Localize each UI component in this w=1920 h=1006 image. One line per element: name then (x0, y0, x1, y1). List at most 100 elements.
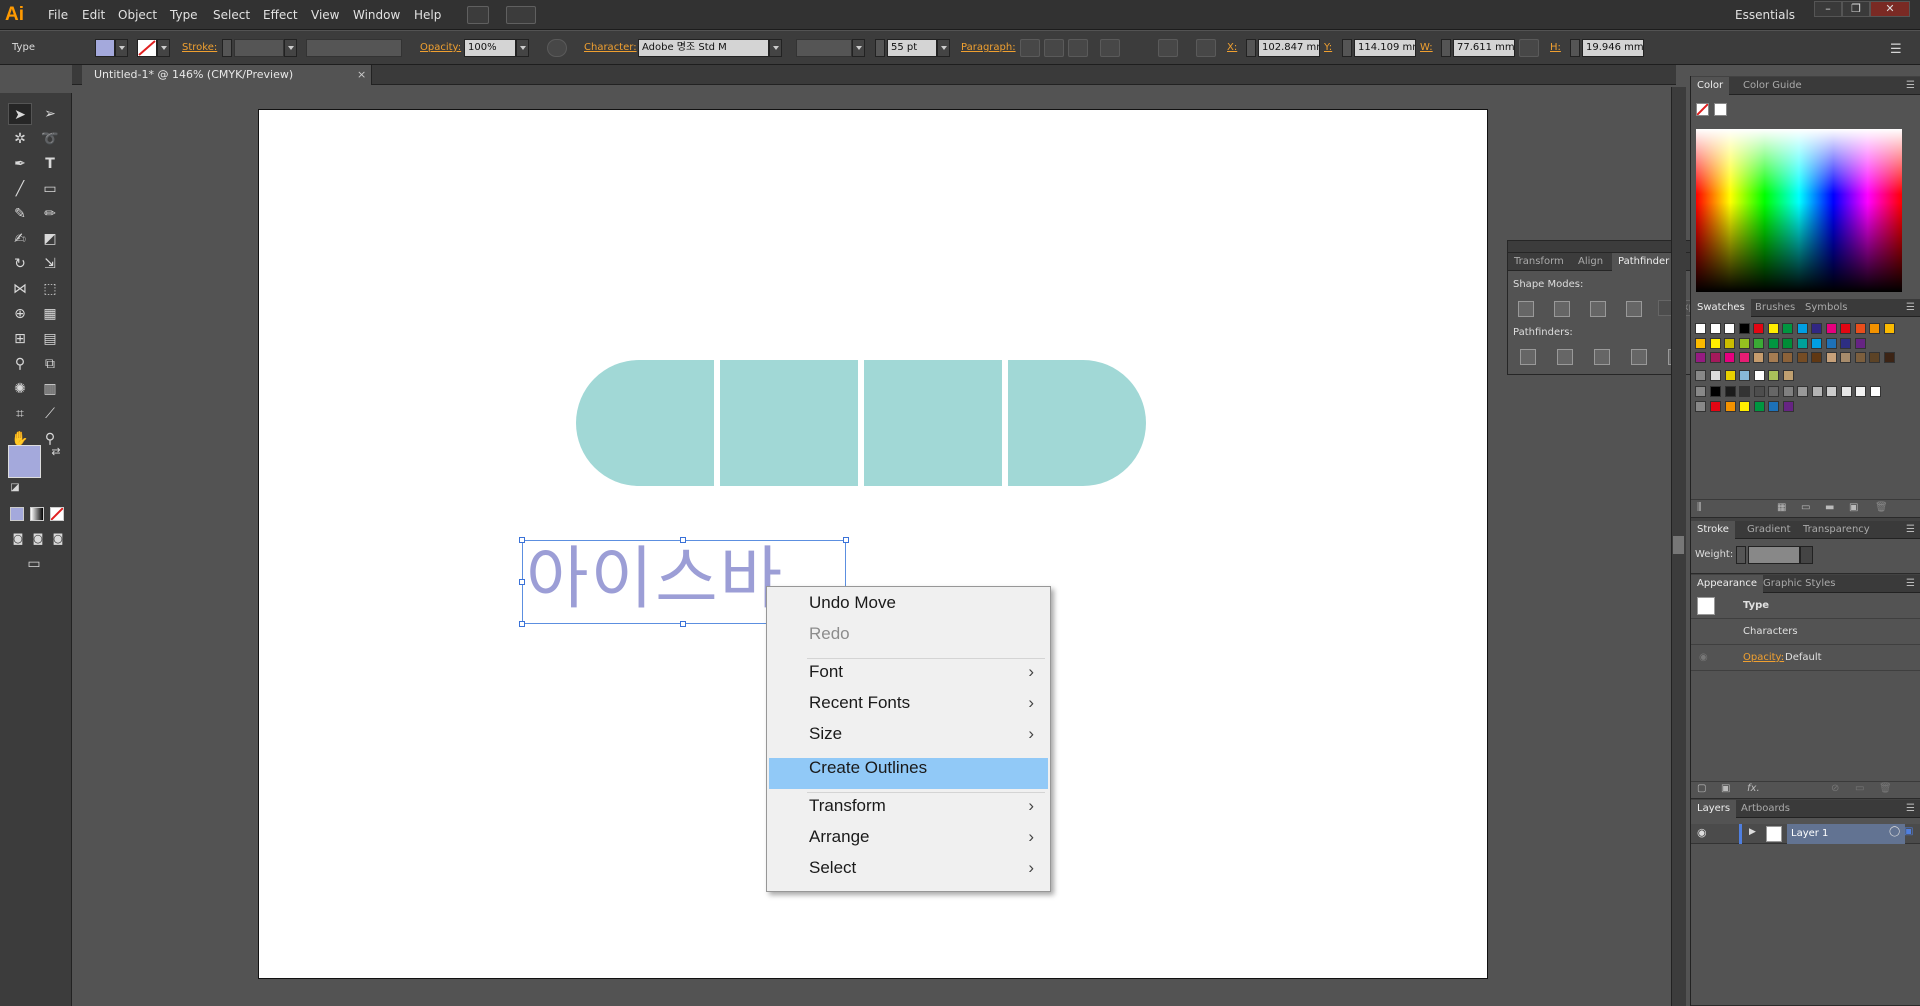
fill-dropdown[interactable] (115, 39, 128, 57)
gradient-tool-icon[interactable]: ▤ (38, 328, 62, 350)
swatch-group-folder-icon[interactable] (1695, 370, 1706, 381)
w-stepper[interactable] (1441, 39, 1451, 57)
color-swatch[interactable] (1739, 385, 1750, 397)
layer-visibility-eye-icon[interactable]: ◉ (1697, 826, 1707, 839)
h-field[interactable]: 19.946 mm (1582, 39, 1644, 57)
character-label[interactable]: Character: (584, 42, 637, 53)
color-swatch[interactable] (1753, 352, 1764, 363)
fill-swatch[interactable] (95, 39, 115, 57)
paintbrush-tool-icon[interactable]: ✎ (8, 203, 32, 225)
intersect-icon[interactable] (1590, 301, 1606, 317)
eyedropper-tool-icon[interactable]: ⚲ (8, 353, 32, 375)
swatch-options-icon[interactable]: ▭ (1801, 502, 1810, 513)
menu-item-create-outlines[interactable]: Create Outlines (769, 758, 1048, 789)
variable-width-profile[interactable] (306, 39, 402, 57)
selection-tool-icon[interactable]: ➤ (8, 103, 32, 125)
screen-mode-icon[interactable]: ▭ (22, 553, 46, 575)
scrollbar-thumb[interactable] (1673, 536, 1684, 554)
color-swatch[interactable] (1695, 323, 1706, 334)
perspective-grid-tool-icon[interactable]: ▦ (38, 303, 62, 325)
layer-expand-triangle-icon[interactable]: ▶ (1749, 827, 1756, 837)
slice-tool-icon[interactable]: ⟋ (38, 403, 62, 425)
stroke-weight-field[interactable] (234, 39, 284, 57)
shape-segment-middle-1[interactable] (720, 360, 858, 486)
new-swatch-icon[interactable]: ▣ (1849, 502, 1858, 513)
type-tool-icon[interactable]: T (38, 153, 62, 175)
color-swatch[interactable] (1695, 337, 1706, 349)
stroke-weight-stepper[interactable] (222, 39, 232, 57)
eraser-tool-icon[interactable]: ◩ (38, 228, 62, 250)
color-swatch[interactable] (1724, 401, 1736, 412)
gradient-mode-icon[interactable] (30, 507, 44, 521)
bounding-handle-bottom-left[interactable] (519, 621, 525, 627)
color-swatch[interactable] (1811, 323, 1822, 334)
color-swatch[interactable] (1738, 337, 1750, 349)
opacity-field[interactable]: 100% (464, 39, 516, 57)
color-swatch[interactable] (1869, 352, 1880, 363)
swatch-group-folder-icon[interactable] (1695, 401, 1706, 412)
arrange-documents-button[interactable] (506, 6, 536, 24)
swatch-kind-icon[interactable]: ▦ (1777, 502, 1786, 513)
font-style-field[interactable] (796, 39, 852, 57)
divide-icon[interactable] (1520, 349, 1536, 365)
add-new-stroke-icon[interactable]: ▢ (1697, 783, 1706, 794)
blob-brush-tool-icon[interactable]: ✍ (8, 228, 32, 250)
visibility-eye-icon[interactable]: ◉ (1699, 645, 1708, 671)
color-swatch[interactable] (1724, 352, 1735, 363)
tab-appearance[interactable]: Appearance (1691, 575, 1764, 593)
shape-builder-tool-icon[interactable]: ⊕ (8, 303, 32, 325)
tab-layers[interactable]: Layers (1691, 800, 1737, 818)
color-swatch[interactable] (1724, 323, 1735, 334)
swap-fill-stroke-icon[interactable]: ⇄ (44, 441, 68, 463)
tab-brushes[interactable]: Brushes (1749, 299, 1801, 317)
color-swatch[interactable] (1883, 323, 1895, 334)
shape-segment-left[interactable] (576, 360, 714, 486)
stroke-weight-dropdown[interactable] (284, 39, 297, 57)
menu-view[interactable]: View (311, 8, 339, 22)
color-swatch[interactable] (1883, 352, 1895, 363)
tab-align[interactable]: Align (1572, 253, 1609, 271)
font-family-dropdown[interactable] (769, 39, 782, 57)
pen-tool-icon[interactable]: ✒ (8, 153, 32, 175)
font-size-dropdown[interactable] (937, 39, 950, 57)
free-transform-tool-icon[interactable]: ⬚ (38, 278, 62, 300)
color-swatch[interactable] (1811, 352, 1822, 363)
y-stepper[interactable] (1342, 39, 1352, 57)
panel-menu-icon[interactable]: ☰ (1906, 578, 1915, 589)
close-window-button[interactable]: ✕ (1870, 1, 1910, 17)
menu-item-arrange[interactable]: Arrange › (769, 827, 1048, 858)
swatch-group-folder-icon[interactable] (1695, 385, 1706, 397)
color-swatch[interactable] (1840, 385, 1852, 397)
column-graph-tool-icon[interactable]: ▥ (38, 378, 62, 400)
color-swatch[interactable] (1753, 370, 1765, 381)
color-swatch[interactable] (1739, 401, 1750, 412)
color-swatch[interactable] (1826, 385, 1837, 397)
color-swatch[interactable] (1854, 323, 1866, 334)
duplicate-item-icon[interactable]: ▭ (1855, 783, 1864, 794)
stroke-weight-dropdown[interactable] (1800, 546, 1813, 564)
menu-select[interactable]: Select (213, 8, 250, 22)
color-swatch[interactable] (1753, 323, 1764, 334)
unite-icon[interactable] (1518, 301, 1534, 317)
tab-pathfinder[interactable]: Pathfinder (1612, 253, 1676, 271)
color-swatch[interactable] (1811, 337, 1822, 349)
tab-gradient[interactable]: Gradient (1741, 521, 1797, 539)
menu-item-font[interactable]: Font › (769, 662, 1048, 693)
rectangle-tool-icon[interactable]: ▭ (38, 178, 62, 200)
tab-color-guide[interactable]: Color Guide (1737, 77, 1808, 95)
color-spectrum[interactable] (1696, 129, 1902, 292)
color-swatch[interactable] (1869, 385, 1881, 397)
font-style-dropdown[interactable] (852, 39, 865, 57)
tab-symbols[interactable]: Symbols (1799, 299, 1853, 317)
x-field[interactable]: 102.847 mm (1258, 39, 1320, 57)
h-stepper[interactable] (1570, 39, 1580, 57)
menu-item-transform[interactable]: Transform › (769, 796, 1048, 827)
restore-button[interactable]: ❐ (1842, 1, 1870, 17)
add-new-effect-icon[interactable]: fx. (1747, 783, 1760, 794)
bounding-handle-top[interactable] (680, 537, 686, 543)
line-tool-icon[interactable]: ╱ (8, 178, 32, 200)
crop-icon[interactable] (1631, 349, 1647, 365)
stroke-swatch[interactable] (137, 39, 157, 57)
color-swatch[interactable] (1768, 385, 1779, 397)
color-swatch[interactable] (1710, 370, 1721, 381)
